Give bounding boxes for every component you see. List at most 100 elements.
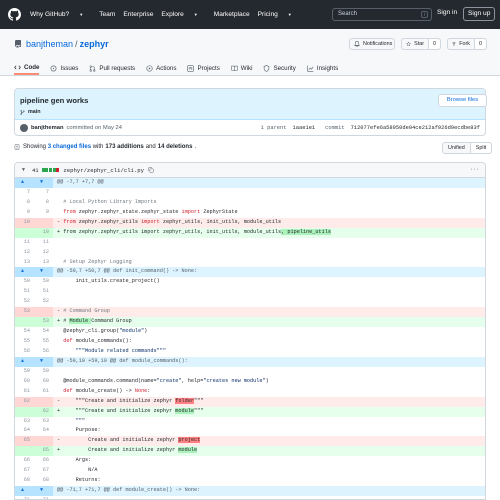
sign-in-link[interactable]: Sign in [437,9,457,16]
tab-wiki-label: Wiki [240,65,253,72]
new-line-number: 59 [34,366,53,377]
code-line: def module_commands(): [63,338,132,344]
expand-up-icon[interactable]: ▲ [15,486,34,496]
old-line-number: 59 [15,366,34,377]
book-icon [231,65,238,71]
code-line: @@ -71,7 +71,7 @@ def module_create() ->… [57,487,201,494]
code-line: Returns: [57,477,101,484]
browse-files-button[interactable]: Browse files [438,94,487,107]
expand-up-icon[interactable]: ▲ [15,356,34,367]
file-path-link[interactable]: zephyr/zephyr_cli/cli.py [63,167,144,174]
nav-marketplace[interactable]: Marketplace [214,11,250,18]
context-line: 67 67 N/A [15,466,485,477]
nav-pricing[interactable]: Pricing ▼ [258,11,300,18]
nav-enterprise[interactable]: Enterprise [123,11,153,18]
new-line-number: 52 [34,297,53,308]
search-input[interactable]: Search / [332,8,432,21]
chevron-down-icon[interactable]: ▼ [21,167,26,173]
context-line: 54 54 @zephyr_cli.group("module") [15,327,485,337]
tab-insights[interactable]: Insights [307,62,338,75]
context-line: 11 11 [15,237,485,248]
split-button[interactable]: Split [470,142,493,154]
new-line-number: 8 [34,197,53,208]
file-diff-icon [14,144,20,150]
notifications-button[interactable]: Notifications [349,38,395,50]
commit-date: committed on May 24 [66,125,122,131]
unified-button[interactable]: Unified [442,142,471,154]
hunk-header-row: ▲ ▼ @@ -59,10 +59,10 @@ def module_command… [15,356,485,367]
new-line-number: 13 [34,257,53,268]
repo-separator: / [75,39,78,49]
tab-issues[interactable]: Issues [50,62,78,75]
word-change-highlight: project [178,437,201,444]
deleted-line: 10 - from zephyr.zephyr_utils import zeph… [15,217,485,228]
repo-title: banjtheman / zephyr [14,39,109,49]
old-line-number: 67 [15,466,34,477]
expand-up-icon[interactable]: ▲ [15,267,34,278]
code-line: @@ -50,7 +50,7 @@ def init_command() -> … [57,268,198,275]
fork-button[interactable]: Fork 0 [447,38,487,50]
commit-branch[interactable]: main [20,109,41,115]
tab-security[interactable]: Security [263,62,296,75]
word-change-highlight: folder [175,397,194,404]
sign-up-button[interactable]: Sign up [463,7,496,21]
tab-code[interactable]: Code [14,62,40,75]
context-line: 66 66 Args: [15,456,485,467]
global-nav: Why GitHub? ▼ Team Enterprise Explore ▼ Ma… [30,0,308,29]
new-line-number [34,436,53,447]
tab-pull-requests[interactable]: Pull requests [89,62,135,75]
new-line-number: 56 [34,346,53,357]
changed-files-link[interactable]: 3 changed files [48,144,91,150]
context-line: 68 68 Returns: [15,476,485,487]
project-icon [187,65,195,72]
new-line-number: 71 [34,496,53,499]
expand-down-icon[interactable]: ▼ [34,356,53,367]
expand-down-icon[interactable]: ▼ [34,178,53,188]
tab-code-label: Code [24,64,40,71]
new-line-number: 67 [34,466,53,477]
tab-insights-label: Insights [316,65,339,72]
old-line-number: 62 [15,396,34,407]
copy-icon[interactable] [148,167,154,173]
new-line-number: 65 [34,446,53,457]
tab-actions[interactable]: Actions [146,62,176,75]
new-line-number [34,396,53,407]
parent-sha-link[interactable]: 1aae1e1 [293,125,316,131]
code-line: - # Command Group [57,308,110,315]
file-options-icon[interactable]: ··· [471,166,480,173]
expand-up-icon[interactable]: ▲ [15,178,34,188]
diffstat-bars [41,168,60,172]
repo-name-link[interactable]: zephyr [80,39,109,49]
commit-author-line: banjtheman committed on May 24 [20,124,122,132]
context-line: 52 52 [15,297,485,308]
new-line-number: 61 [34,386,53,397]
commit-branch-label: main [28,109,41,115]
context-line: 56 56 """Module related commands""" [15,346,485,357]
commit-title: pipeline gen works [20,96,89,105]
expand-down-icon[interactable]: ▼ [34,486,53,496]
code-line: # Local Python Library Imports [63,198,157,205]
fork-count: 0 [474,39,486,49]
code-line: """ [75,417,86,424]
old-line-number: 55 [15,337,34,347]
commit-author[interactable]: banjtheman [31,125,64,131]
avatar[interactable] [20,124,28,132]
nav-why-github[interactable]: Why GitHub? ▼ [30,11,91,18]
old-line-number [15,227,34,238]
repo-header: banjtheman / zephyr Notifications Star 0… [0,29,500,76]
repo-owner-link[interactable]: banjtheman [26,39,73,49]
diff-view-toggle: Unified Split [442,142,493,154]
nav-team[interactable]: Team [99,11,115,18]
code-line: + # Module Command Group [57,318,132,325]
new-line-number: 64 [34,426,53,437]
tab-projects[interactable]: Projects [187,62,220,75]
star-button[interactable]: Star 0 [401,38,441,50]
github-logo-icon[interactable] [8,8,21,21]
code-line: N/A [57,467,98,474]
nav-explore[interactable]: Explore ▼ [161,11,205,18]
expand-down-icon[interactable]: ▼ [34,267,53,278]
tab-wiki[interactable]: Wiki [231,62,253,75]
